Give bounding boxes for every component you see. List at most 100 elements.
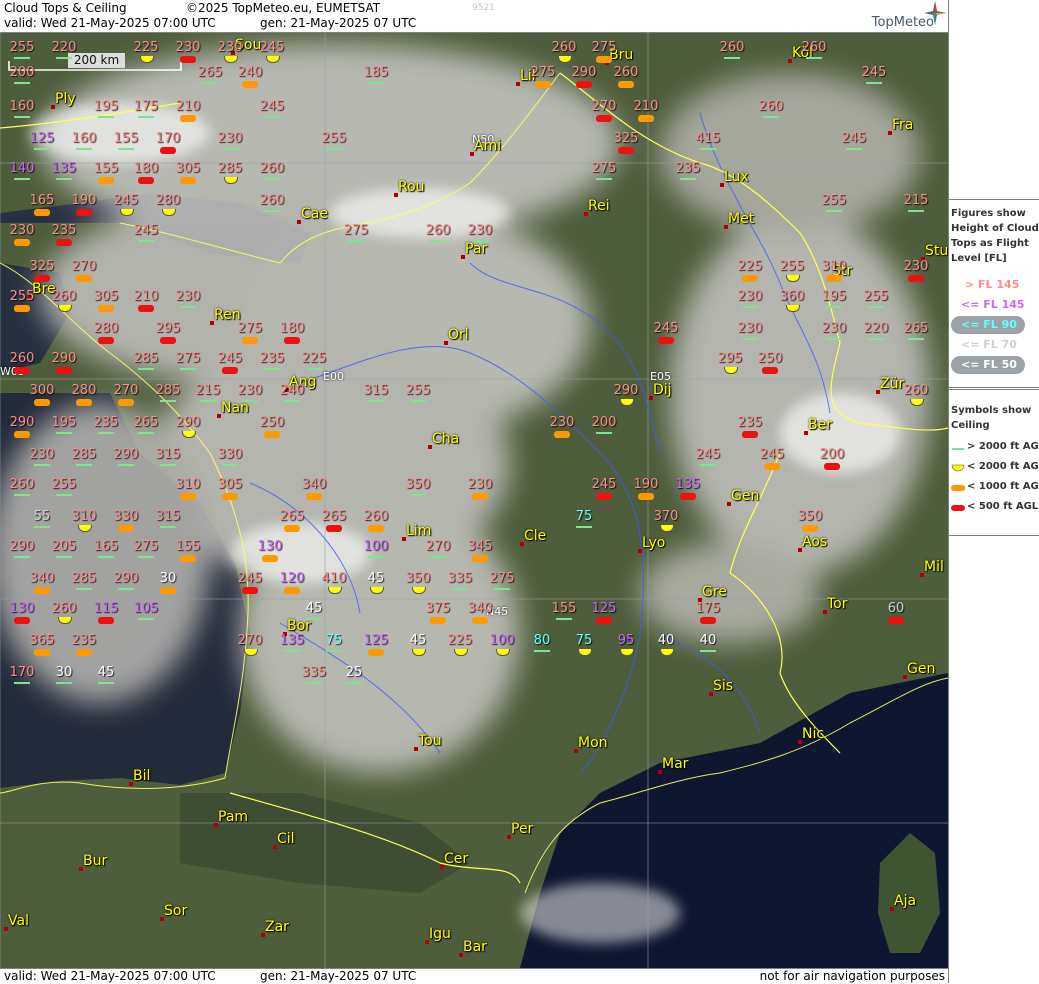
cloud-top-value: 230 [821, 321, 847, 336]
cloud-top-value: 280 [155, 193, 181, 208]
cloud-top-value: 315 [363, 383, 389, 398]
cloud-top-value: 235 [93, 415, 119, 430]
legend-below-500: < 500 ft AGL [967, 501, 1039, 512]
cloud-top-value: 230 [737, 289, 763, 304]
cloud-top-value: 75 [575, 633, 593, 648]
ceiling-symbol [472, 555, 488, 562]
cloud-top-value: 40 [699, 633, 717, 648]
ceiling-symbol [368, 525, 384, 532]
cloud-top-value: 230 [9, 223, 35, 238]
ceiling-symbol [98, 337, 114, 344]
ceiling-symbol [76, 649, 92, 656]
ceiling-symbol [76, 209, 92, 216]
cloud-top-value: 265 [279, 509, 305, 524]
cloud-top-value: 245 [113, 193, 139, 208]
city-label: Sor [164, 903, 188, 919]
cloud-top-value: 155 [175, 539, 201, 554]
cloud-top-value: 160 [71, 131, 97, 146]
cloud-top-value: 170 [9, 665, 35, 680]
cloud-top-value: 240 [279, 383, 305, 398]
ceiling-symbol [284, 587, 300, 594]
cloud-top-value: 270 [237, 633, 263, 648]
cloud-top-value: 260 [259, 193, 285, 208]
cloud-top-value: 45 [409, 633, 427, 648]
ceiling-symbol [160, 400, 176, 402]
city-label: Aja [894, 893, 917, 909]
ceiling-symbol [160, 587, 176, 594]
cloud-top-value: 340 [467, 601, 493, 616]
ceiling-symbol [430, 617, 446, 624]
cloud-top-value: 270 [591, 99, 617, 114]
ceiling-symbol [868, 338, 884, 340]
ceiling-symbol [180, 555, 196, 562]
ceiling-symbol [14, 239, 30, 246]
cloud-top-value: 115 [93, 601, 119, 616]
ceiling-symbol [76, 588, 92, 590]
ceiling-symbol [326, 525, 342, 532]
cloud-top-value: 240 [237, 65, 263, 80]
ceiling-symbol [638, 115, 654, 122]
cloud-top-value: 325 [613, 131, 639, 146]
city-label: Cha [432, 431, 460, 447]
cloud-top-value: 130 [257, 539, 283, 554]
ceiling-symbol [264, 178, 280, 180]
cloud-top-value: 285 [71, 571, 97, 586]
copyright: ©2025 TopMeteo.eu, EUMETSAT [186, 1, 381, 15]
ceiling-symbol [138, 432, 154, 434]
ceiling-symbol [618, 147, 634, 154]
cloud-top-value: 195 [821, 289, 847, 304]
ceiling-symbol [242, 337, 258, 344]
ceiling-legend: Symbols show Ceiling > 2000 ft AGL < 200… [949, 389, 1039, 536]
city-label: Mar [662, 756, 689, 772]
ceiling-symbol [34, 526, 50, 528]
cloud-top-value: 335 [301, 665, 327, 680]
ceiling-legend-title-2: Ceiling [951, 420, 990, 431]
cloud-top-value: 260 [9, 477, 35, 492]
ceiling-symbol [98, 617, 114, 624]
cloud-top-value: 350 [405, 571, 431, 586]
ceiling-symbol [284, 525, 300, 532]
cloud-top-value: 285 [71, 447, 97, 462]
ceiling-symbol [534, 650, 550, 652]
satellite-map[interactable]: 200 km N50 E05 E00 W05 N45 Sou Bru Köl Lil Ply Fr… [0, 33, 948, 968]
ceiling-symbol [368, 556, 384, 558]
ceiling-orange-symbol [951, 485, 965, 491]
ceiling-symbol [826, 338, 842, 340]
ceiling-symbol [14, 57, 30, 59]
valid-time: valid: Wed 21-May-2025 07:00 UTC [4, 16, 216, 30]
ceiling-symbol [138, 305, 154, 312]
ceiling-symbol [14, 116, 30, 118]
ceiling-symbol [262, 555, 278, 562]
ceiling-symbol [824, 463, 840, 470]
cloud-top-value: 290 [113, 571, 139, 586]
cloud-top-value: 215 [195, 383, 221, 398]
ceiling-symbol [430, 556, 446, 558]
legend-panel: Figures show Height of Cloud Tops as Fli… [948, 0, 1039, 983]
cloud-top-value: 230 [467, 477, 493, 492]
city-label: Rei [588, 198, 610, 214]
cloud-top-value: 245 [759, 447, 785, 462]
ceiling-symbol [472, 240, 488, 242]
cloud-top-value: 245 [861, 65, 887, 80]
cloud-top-value: 290 [175, 415, 201, 430]
cloud-top-value: 235 [51, 223, 77, 238]
cloud-top-value: 95 [617, 633, 635, 648]
city-label: Val [8, 913, 29, 929]
cloud-top-value: 155 [113, 131, 139, 146]
city-label: Cer [444, 851, 469, 867]
ceiling-symbol [160, 464, 176, 466]
city-label: Gen [907, 661, 936, 677]
cloud-top-value: 75 [575, 509, 593, 524]
legend-fl-50: <= FL 50 [961, 358, 1017, 371]
city-label: Per [511, 821, 534, 837]
ceiling-symbol [596, 178, 612, 180]
ceiling-symbol [138, 240, 154, 242]
ceiling-symbol [908, 338, 924, 340]
cloud-top-value: 230 [175, 289, 201, 304]
city-label: Rou [398, 179, 425, 195]
ceiling-symbol [430, 240, 446, 242]
legend-above-2000: > 2000 ft AGL [967, 441, 1039, 452]
fl-legend-title-3: Tops as Flight [951, 238, 1029, 249]
cloud-top-value: 155 [551, 601, 577, 616]
ceiling-symbol [98, 682, 114, 684]
